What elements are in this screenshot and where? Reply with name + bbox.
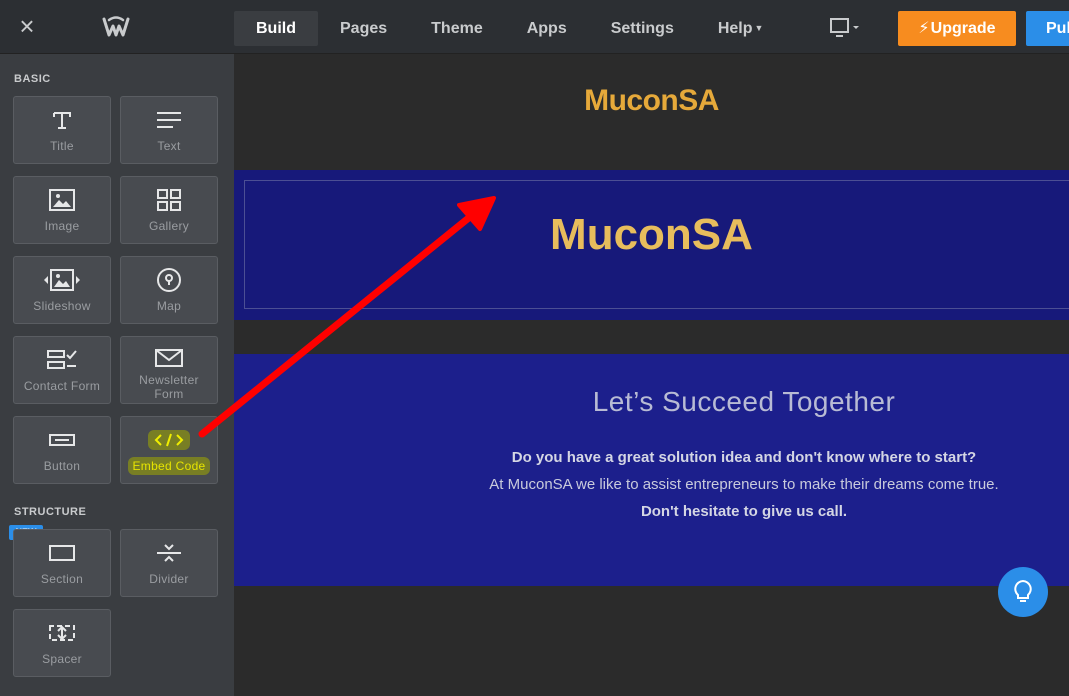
banner-title[interactable]: MuconSA [234,210,1069,260]
top-bar: × Build Pages Theme Apps Settings Help ▼ … [0,0,1069,54]
element-text[interactable]: Text [120,96,218,164]
weebly-editor: × Build Pages Theme Apps Settings Help ▼ … [0,0,1069,696]
section-text-line-1[interactable]: Do you have a great solution idea and do… [234,449,1069,466]
element-label: Contact Form [23,379,101,393]
section-text-line-3[interactable]: Don't hesitate to give us call. [234,503,1069,520]
structure-section-label: STRUCTURE [14,506,87,518]
nav-theme[interactable]: Theme [409,11,505,46]
element-map[interactable]: Map [120,256,218,324]
nav-build[interactable]: Build [234,11,318,46]
element-label: Section [40,572,84,586]
help-bubble[interactable] [998,567,1048,617]
nav-help[interactable]: Help ▼ [696,11,786,46]
upgrade-button[interactable]: ⚡Upgrade [898,11,1016,46]
contact-form-icon [47,350,77,369]
title-icon [53,112,71,129]
publish-button[interactable]: Publish [1026,11,1069,46]
element-label: Image [44,219,80,233]
element-gallery[interactable]: Gallery [120,176,218,244]
site-canvas: MuconSA MuconSA Let’s Succeed Together D… [234,54,1069,696]
element-divider[interactable]: Divider [120,529,218,597]
element-sidebar: BASIC Title Text Image Gallery Slideshow [0,54,234,696]
spacer-icon [49,625,75,641]
chevron-down-icon: ▼ [754,23,764,33]
banner-section[interactable]: MuconSA [234,170,1069,320]
image-icon [49,189,75,211]
nav-pages[interactable]: Pages [318,11,409,46]
monitor-icon[interactable] [829,16,863,40]
lightbulb-icon [1014,579,1032,602]
text-lines-icon [157,112,181,128]
nav-apps[interactable]: Apps [505,11,589,46]
element-label: Divider [149,572,189,586]
main-nav: Build Pages Theme Apps Settings Help ▼ [234,11,785,46]
element-label: Button [43,459,81,473]
embed-code-label: Embed Code [128,457,210,475]
divider-icon [157,544,181,562]
element-label: Text [157,139,181,153]
element-label: Map [156,299,182,313]
envelope-icon [155,349,183,367]
button-icon [49,434,75,446]
section-text-line-2[interactable]: At MuconSA we like to assist entrepreneu… [234,476,1069,493]
element-image[interactable]: Image [13,176,111,244]
element-label: Gallery [148,219,190,233]
element-newsletter-form[interactable]: Newsletter Form [120,336,218,404]
element-label: Newsletter Form [139,373,199,401]
element-contact-form[interactable]: Contact Form [13,336,111,404]
nav-settings[interactable]: Settings [589,11,696,46]
element-spacer[interactable]: Spacer [13,609,111,677]
code-icon [154,433,184,447]
element-label: Slideshow [33,299,91,313]
element-label: Spacer [42,652,82,666]
bolt-icon: ⚡ [918,20,930,37]
element-label: Title [50,139,74,153]
section-icon [49,545,75,561]
weebly-logo-icon[interactable] [102,15,130,39]
element-section[interactable]: Section [13,529,111,597]
element-title[interactable]: Title [13,96,111,164]
site-title[interactable]: MuconSA [234,84,1069,118]
section-heading[interactable]: Let’s Succeed Together [234,386,1069,418]
close-icon[interactable]: × [14,13,40,40]
map-pin-icon [157,268,181,292]
content-section[interactable]: Let’s Succeed Together Do you have a gre… [234,354,1069,586]
element-embed-code[interactable]: Embed Code [120,416,218,484]
element-button[interactable]: Button [13,416,111,484]
element-slideshow[interactable]: Slideshow [13,256,111,324]
gallery-icon [157,189,181,211]
basic-section-label: BASIC [14,73,51,85]
slideshow-icon [44,269,80,291]
element-label: Embed Code [121,457,217,475]
